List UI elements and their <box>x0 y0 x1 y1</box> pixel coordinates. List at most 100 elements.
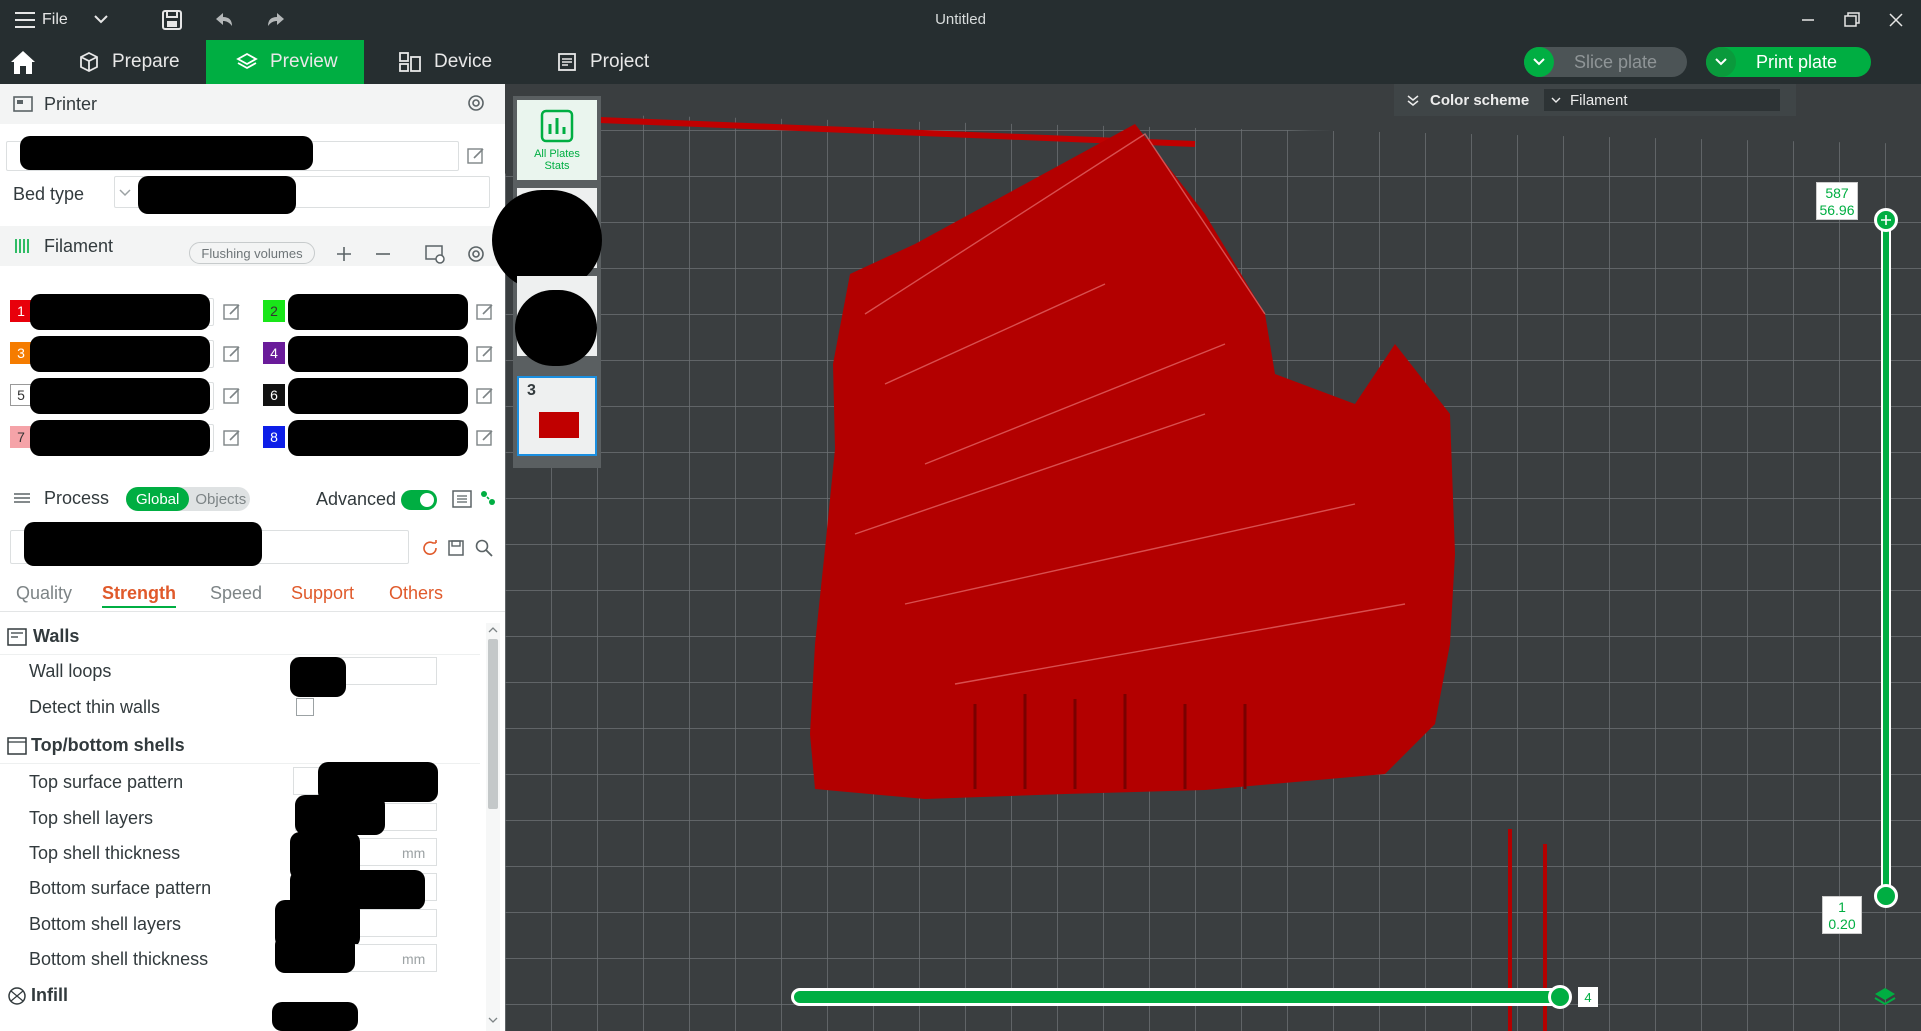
chevron-down-icon[interactable] <box>1706 47 1736 77</box>
tab-others[interactable]: Others <box>389 583 443 604</box>
chevron-down-icon[interactable] <box>488 1015 498 1025</box>
edit-icon[interactable] <box>466 146 486 166</box>
top-layer-number: 587 <box>1825 185 1849 201</box>
tab-speed[interactable]: Speed <box>210 583 262 604</box>
wall-loops-label: Wall loops <box>29 661 112 681</box>
shells-icon <box>7 737 27 755</box>
filament-slot-1-badge[interactable]: 1 <box>10 300 32 322</box>
walls-group-title: Walls <box>33 626 80 646</box>
plate-thumbnail-3[interactable]: 3 <box>517 376 597 456</box>
plate-model-thumbnail <box>539 412 579 438</box>
filament-slot-7-badge[interactable]: 7 <box>10 426 32 448</box>
tab-quality[interactable]: Quality <box>16 583 72 604</box>
plate-list: All Plates Stats 3 <box>492 96 602 468</box>
minus-icon[interactable] <box>373 244 393 264</box>
filament-slot-8-badge[interactable]: 8 <box>263 426 285 448</box>
edit-icon[interactable] <box>222 344 242 364</box>
redacted-block <box>30 294 210 330</box>
layers-stack-icon[interactable] <box>1872 985 1898 1009</box>
collapse-chevron-icon[interactable] <box>1406 93 1420 107</box>
search-icon[interactable] <box>474 538 494 558</box>
tab-device[interactable]: Device <box>382 40 520 84</box>
printer-section-header: Printer <box>0 84 505 124</box>
filament-title: Filament <box>44 235 114 256</box>
infill-icon <box>8 987 26 1005</box>
redacted-block <box>30 336 210 372</box>
gear-icon[interactable] <box>465 92 487 114</box>
edit-icon[interactable] <box>222 386 242 406</box>
chevron-down-icon <box>119 189 131 197</box>
3d-preview-viewport[interactable] <box>505 84 1921 1031</box>
filament-sync-icon[interactable] <box>423 242 447 266</box>
print-plate-button[interactable]: Print plate <box>1706 47 1871 77</box>
tab-strength[interactable]: Strength <box>102 583 176 608</box>
layer-slider-track[interactable] <box>1881 220 1891 895</box>
chevron-down-icon[interactable] <box>1524 47 1554 77</box>
slice-plate-button[interactable]: Slice plate <box>1524 47 1687 77</box>
objects-option[interactable]: Objects <box>189 487 252 511</box>
plate-number: 3 <box>527 382 536 399</box>
chevron-down-icon <box>1551 97 1561 103</box>
list-icon[interactable] <box>451 488 473 510</box>
redacted-block <box>290 657 346 697</box>
edit-icon[interactable] <box>475 302 495 322</box>
edit-icon[interactable] <box>475 344 495 364</box>
plus-icon[interactable] <box>334 244 354 264</box>
global-option[interactable]: Global <box>126 487 190 511</box>
tab-support[interactable]: Support <box>291 583 354 604</box>
compare-icon[interactable] <box>478 488 498 508</box>
detect-thin-walls-label: Detect thin walls <box>29 697 161 717</box>
move-slider-handle[interactable] <box>1548 985 1572 1009</box>
filament-slot-3-badge[interactable]: 3 <box>10 342 32 364</box>
flushing-volumes-button[interactable]: Flushing volumes <box>189 242 315 264</box>
layer-slider-bottom-handle[interactable] <box>1874 884 1898 908</box>
window-title: Untitled <box>935 11 986 28</box>
process-scope-switch[interactable]: Global Objects <box>126 487 250 511</box>
redacted-block <box>492 190 602 290</box>
color-scheme-value: Filament <box>1570 91 1628 109</box>
filament-slot-4-badge[interactable]: 4 <box>263 342 285 364</box>
divider <box>0 611 505 612</box>
layer-slider-top-handle[interactable] <box>1874 208 1898 232</box>
bottom-shell-layers-label: Bottom shell layers <box>29 914 182 934</box>
tab-prepare[interactable]: Prepare <box>60 40 206 84</box>
filament-slot-5-badge[interactable]: 5 <box>10 384 32 406</box>
bottom-layer-number: 1 <box>1838 899 1846 915</box>
project-icon <box>558 53 576 71</box>
save-icon[interactable] <box>446 538 466 558</box>
advanced-toggle[interactable] <box>401 490 437 510</box>
refresh-icon[interactable] <box>420 538 440 558</box>
redacted-block <box>295 795 385 835</box>
tab-project[interactable]: Project <box>540 40 680 84</box>
gear-icon[interactable] <box>465 243 487 265</box>
plus-icon <box>1881 215 1891 225</box>
detect-thin-walls-checkbox[interactable] <box>296 698 314 716</box>
all-plates-stats-label: Stats <box>544 160 570 172</box>
bottom-shell-thickness-label: Bottom shell thickness <box>29 949 209 969</box>
print-plate-label: Print plate <box>1756 51 1838 72</box>
edit-icon[interactable] <box>475 428 495 448</box>
layers-icon <box>236 52 258 70</box>
close-icon[interactable] <box>1884 8 1908 32</box>
top-surface-pattern-label: Top surface pattern <box>29 772 184 792</box>
scrollbar-thumb[interactable] <box>488 639 498 809</box>
bottom-layer-height: 0.20 <box>1828 916 1856 932</box>
edit-icon[interactable] <box>475 386 495 406</box>
title-bar: File Untitled <box>0 0 1921 40</box>
filament-slot-6-badge[interactable]: 6 <box>263 384 285 406</box>
tab-preview[interactable]: Preview <box>206 40 364 84</box>
params-scrollbar[interactable] <box>486 623 500 1031</box>
all-plates-stats-button[interactable]: All Plates Stats <box>517 100 597 180</box>
edit-icon[interactable] <box>222 428 242 448</box>
minimize-icon[interactable] <box>1796 8 1820 32</box>
home-icon[interactable] <box>8 48 38 76</box>
unit-mm: mm <box>402 951 426 967</box>
color-scheme-panel: Color scheme Filament <box>1394 84 1796 116</box>
color-scheme-select[interactable]: Filament <box>1544 89 1780 111</box>
edit-icon[interactable] <box>222 302 242 322</box>
move-slider-track[interactable] <box>791 988 1564 1006</box>
filament-slot-2-badge[interactable]: 2 <box>263 300 285 322</box>
restore-icon[interactable] <box>1840 8 1864 32</box>
bed-type-label: Bed type <box>13 184 85 204</box>
chevron-up-icon[interactable] <box>488 625 498 635</box>
